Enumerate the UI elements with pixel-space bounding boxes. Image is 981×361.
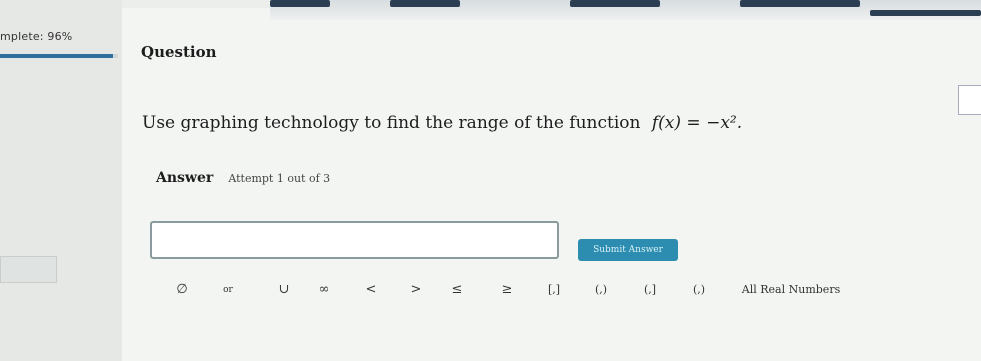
- greater-equal-button[interactable]: ≥: [497, 277, 517, 303]
- submit-answer-button[interactable]: Submit Answer: [578, 239, 678, 261]
- open-interval-button-2[interactable]: (,): [686, 277, 712, 303]
- infinity-button[interactable]: ∞: [314, 277, 334, 303]
- union-button[interactable]: ∪: [274, 277, 294, 303]
- top-strip: [270, 0, 981, 20]
- function-expression: f(x) = −x².: [651, 113, 743, 133]
- answer-input[interactable]: [150, 221, 559, 259]
- open-interval-button[interactable]: (,): [588, 277, 614, 303]
- empty-set-button[interactable]: ∅: [172, 277, 192, 303]
- greater-than-button[interactable]: >: [406, 277, 426, 303]
- progress-label: mplete: 96%: [0, 30, 73, 43]
- sidebar-box[interactable]: [0, 256, 57, 283]
- question-heading: Question: [141, 43, 217, 61]
- half-open-interval-button[interactable]: (,]: [637, 277, 663, 303]
- left-panel: mplete: 96%: [0, 0, 122, 361]
- closed-interval-button[interactable]: [,]: [541, 277, 567, 303]
- question-prompt: Use graphing technology to find the rang…: [142, 113, 742, 133]
- question-text: Use graphing technology to find the rang…: [142, 113, 641, 133]
- less-equal-button[interactable]: ≤: [447, 277, 467, 303]
- progress-bar-fill: [0, 54, 114, 58]
- progress-bar: [0, 54, 118, 58]
- or-button[interactable]: or: [216, 277, 240, 303]
- side-panel-box[interactable]: [958, 85, 981, 115]
- answer-label: Answer: [156, 170, 214, 186]
- less-than-button[interactable]: <: [361, 277, 381, 303]
- attempt-counter: Attempt 1 out of 3: [228, 172, 331, 185]
- answer-row: Answer Attempt 1 out of 3: [156, 167, 330, 186]
- all-real-numbers-button[interactable]: All Real Numbers: [732, 277, 850, 303]
